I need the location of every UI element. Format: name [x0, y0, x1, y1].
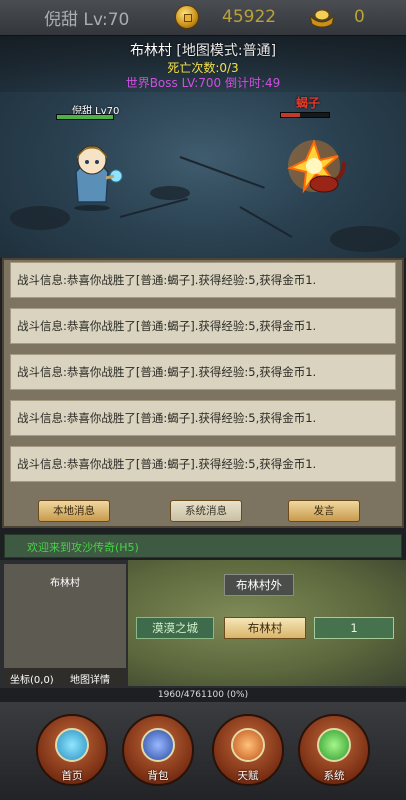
location-current-village[interactable]: 布林村 [224, 617, 306, 639]
dragon-icon [317, 728, 351, 762]
nav-talent-button[interactable]: 天赋 [212, 714, 284, 786]
announcement-text: 欢迎来到攻沙传奇(H5) [27, 541, 139, 554]
hero-character-icon[interactable] [62, 132, 126, 212]
tab-local-messages[interactable]: 本地消息 [38, 500, 110, 522]
map-title: 布林村 [地图模式:普通] [129, 43, 277, 59]
map-area: 布林村 坐标(0,0) 地图详情 布林村外 漠漠之城 布林村 1 [0, 560, 406, 688]
battle-log-row: 战斗信息:恭喜你战胜了[普通:蝎子].获得经验:5,获得金币1. [10, 446, 396, 482]
minimap-footer: 坐标(0,0) 地图详情 [4, 668, 126, 686]
map-details-link[interactable]: 地图详情 [70, 671, 110, 686]
battle-log-row: 战斗信息:恭喜你战胜了[普通:蝎子].获得经验:5,获得金币1. [10, 308, 396, 344]
battle-scene: 布林村 [地图模式:普通] 死亡次数:0/3 世界Boss LV:700 倒计时… [0, 36, 406, 258]
battle-log-row: 战斗信息:恭喜你战胜了[普通:蝎子].获得经验:5,获得金币1. [10, 354, 396, 390]
bottom-navigation: 首页 背包 天赋 系统 [0, 702, 406, 800]
location-field[interactable]: 1 [314, 617, 394, 639]
nav-home-button[interactable]: 首页 [36, 714, 108, 786]
battle-log-row: 战斗信息:恭喜你战胜了[普通:蝎子].获得经验:5,获得金币1. [10, 400, 396, 436]
location-desert-city[interactable]: 漠漠之城 [136, 617, 214, 639]
gold-amount: 45922 [222, 7, 277, 27]
minimap-title: 布林村 [50, 578, 80, 589]
ingot-amount: 0 [354, 7, 365, 27]
exp-progress: 1960/4761100 (0%) [157, 690, 249, 700]
status-bar: 倪甜 Lv:70 45922 0 [0, 0, 406, 36]
scorpion-enemy-icon[interactable] [282, 132, 352, 202]
battle-log-panel: 战斗信息:恭喜你战胜了[普通:蝎子].获得经验:5,获得金币1. 战斗信息:恭喜… [2, 258, 404, 528]
minimap[interactable]: 布林村 坐标(0,0) 地图详情 [4, 564, 126, 686]
phoenix-icon [231, 728, 265, 762]
enemy-hp-bar [280, 112, 330, 118]
horse-icon [141, 728, 175, 762]
battle-log-row: 战斗信息:恭喜你战胜了[普通:蝎子].获得经验:5,获得金币1. [10, 262, 396, 298]
wolf-icon [55, 728, 89, 762]
enemy-name: 蝎子 [296, 96, 321, 110]
world-boss-timer: 世界Boss LV:700 倒计时:49 [125, 76, 281, 90]
location-outer-village[interactable]: 布林村外 [224, 574, 294, 596]
coordinates: 坐标(0,0) [10, 675, 54, 686]
gold-coin-icon [175, 5, 199, 29]
nav-system-button[interactable]: 系统 [298, 714, 370, 786]
world-map: 布林村外 漠漠之城 布林村 1 [128, 560, 406, 686]
message-tabs: 本地消息 系统消息 发言 [4, 500, 406, 526]
player-level: 倪甜 Lv:70 [44, 10, 130, 30]
tab-system-messages[interactable]: 系统消息 [170, 500, 242, 522]
announcement-bar: 欢迎来到攻沙传奇(H5) [4, 534, 402, 558]
gold-ingot-icon [309, 9, 335, 28]
nav-bag-button[interactable]: 背包 [122, 714, 194, 786]
speak-button[interactable]: 发言 [288, 500, 360, 522]
hero-hp-bar [56, 114, 114, 120]
